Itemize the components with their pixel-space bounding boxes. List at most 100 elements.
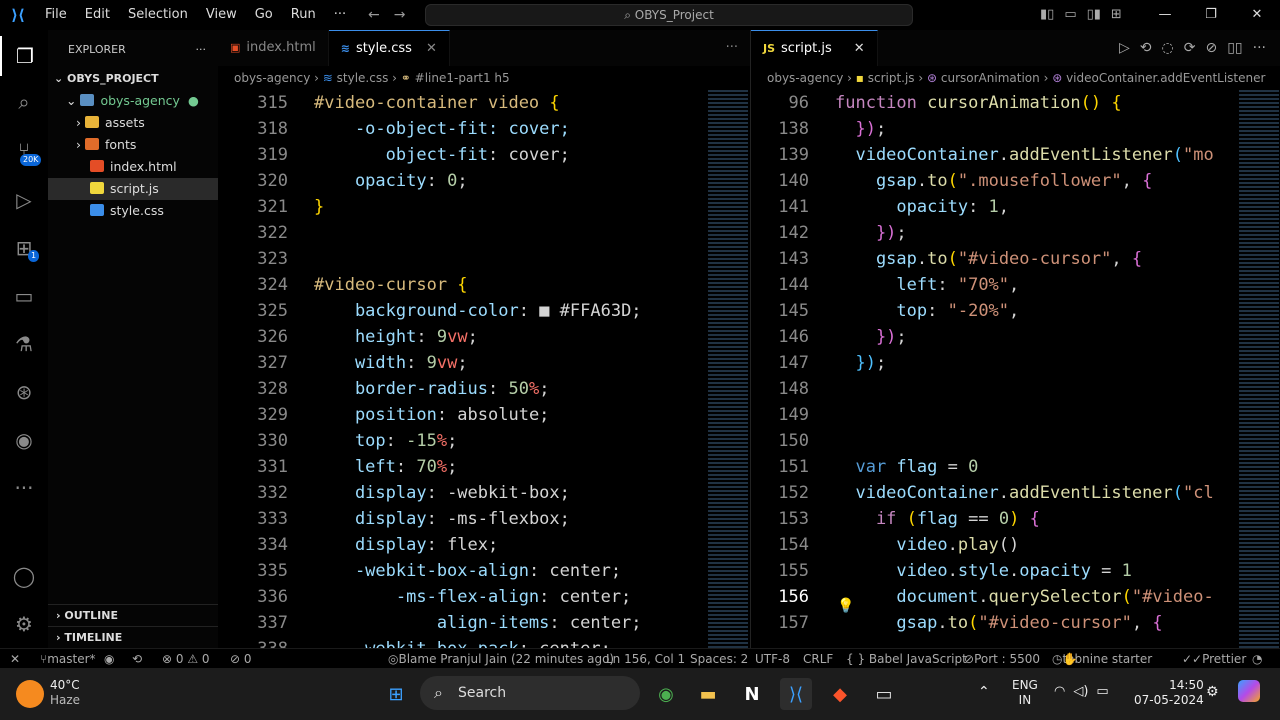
terminal-icon[interactable]: ▭ (868, 678, 900, 710)
close-tab-icon[interactable]: ✕ (854, 41, 865, 56)
more-icon[interactable]: ··· (0, 468, 48, 508)
code-line[interactable]: video.style.opacity = 1 (835, 558, 1132, 584)
vscode-taskbar-icon[interactable]: ⟩⟨ (780, 678, 812, 710)
menu-file[interactable]: File (36, 0, 76, 30)
code-line[interactable]: gsap.to("#video-cursor", { (835, 610, 1162, 636)
restore-icon[interactable]: ❐ (1188, 0, 1234, 30)
windows-start-icon[interactable]: ⊞ (380, 678, 412, 710)
toggle-panel-icon[interactable]: ▭ (1064, 0, 1076, 30)
tree-item-index-html[interactable]: index.html (48, 156, 218, 178)
code-line[interactable]: background-color: ■ #FFA63D; (314, 298, 642, 324)
source-control-icon[interactable]: ⑂ 20K (0, 130, 48, 170)
menu-more[interactable]: ··· (325, 0, 355, 30)
menu-edit[interactable]: Edit (76, 0, 119, 30)
code-line[interactable]: height: 9vw; (314, 324, 478, 350)
close-window-icon[interactable]: ✕ (1234, 0, 1280, 30)
code-line[interactable]: -webkit-box-align: center; (314, 558, 621, 584)
more-actions-icon[interactable]: ··· (196, 30, 207, 70)
problems-status[interactable]: ⊗ 0 ⚠ 0 (162, 649, 210, 669)
tree-item-style-css[interactable]: style.css (48, 200, 218, 222)
menu-run[interactable]: Run (282, 0, 325, 30)
chrome-icon[interactable]: ◉ (650, 678, 682, 710)
tree-item-assets[interactable]: › assets (48, 112, 218, 134)
go-back-icon[interactable]: ⟲ (1140, 30, 1152, 66)
notifications-bell-icon[interactable]: ◔ (1252, 649, 1262, 669)
code-line[interactable]: -o-object-fit: cover; (314, 116, 570, 142)
language-indicator[interactable]: ENG IN (1012, 678, 1038, 708)
remote-indicator-icon[interactable]: ✕ (10, 649, 20, 669)
open-changes-icon[interactable]: ◌ (1162, 30, 1174, 66)
code-line[interactable]: display: -ms-flexbox; (314, 506, 570, 532)
indentation[interactable]: Spaces: 2 (690, 649, 748, 669)
tab-style-css[interactable]: ≋ style.css ✕ (328, 30, 450, 66)
live-server-port[interactable]: ⊘ Port : 5500 (964, 649, 1040, 669)
weather-sun-icon[interactable] (16, 680, 44, 708)
code-line[interactable]: opacity: 1, (835, 194, 1009, 220)
tab-index-html[interactable]: ▣ index.html (218, 30, 329, 66)
project-root[interactable]: ⌄ OBYS_PROJECT (48, 68, 218, 90)
code-line[interactable]: top: -15%; (314, 428, 457, 454)
toggle-secondary-sidebar-icon[interactable]: ▯▮ (1087, 0, 1101, 30)
code-line[interactable]: -webkit-box-pack: center; (314, 636, 611, 648)
go-forward-icon[interactable]: ⟳ (1184, 30, 1196, 66)
breadcrumb-item[interactable]: script.js (868, 71, 915, 85)
code-line[interactable]: display: -webkit-box; (314, 480, 570, 506)
breadcrumb-item[interactable]: style.css (337, 71, 389, 85)
tabnine-status[interactable]: ◷ tabnine starter ✋ (1052, 649, 1152, 669)
remote-explorer-icon[interactable]: ▭ (0, 276, 48, 316)
back-arrow-icon[interactable]: ← (368, 7, 380, 23)
menu-go[interactable]: Go (246, 0, 282, 30)
menu-view[interactable]: View (197, 0, 246, 30)
settings-gear-icon[interactable]: ⚙ (0, 604, 48, 644)
code-line[interactable]: var flag = 0 (835, 454, 978, 480)
tabnine-icon[interactable]: ◉ (0, 420, 48, 460)
accounts-icon[interactable]: ◯ (0, 556, 48, 596)
search-icon[interactable]: ⌕ (0, 82, 48, 122)
code-editor-left[interactable]: 315 #video-container video {318 -o-object… (218, 90, 708, 648)
settings-gear-icon[interactable]: ⚙ (1206, 684, 1219, 700)
code-line[interactable]: }); (835, 220, 907, 246)
taskbar-search[interactable]: ⌕ Search (420, 676, 640, 710)
weather-widget[interactable]: 40°C Haze (50, 678, 80, 708)
editor-more-icon[interactable]: ··· (1253, 30, 1266, 66)
tree-item-fonts[interactable]: › fonts (48, 134, 218, 156)
extensions-icon[interactable]: ⊞ 1 (0, 228, 48, 268)
minimize-icon[interactable]: — (1142, 0, 1188, 30)
language-mode[interactable]: { } Babel JavaScript (846, 649, 967, 669)
sync-icon[interactable]: ⟲ (132, 649, 142, 669)
code-line[interactable]: video.play() (835, 532, 1019, 558)
code-line[interactable]: videoContainer.addEventListener("mo (835, 142, 1213, 168)
command-center[interactable]: ⌕ OBYS_Project (425, 4, 913, 26)
git-graph-icon[interactable]: ⊛ (0, 372, 48, 412)
copilot-icon[interactable] (1238, 680, 1260, 702)
line-ending[interactable]: CRLF (803, 649, 833, 669)
cursor-position[interactable]: Ln 156, Col 1 (606, 649, 685, 669)
git-blame[interactable]: ◎ Blame Pranjul Jain (22 minutes ago) (388, 649, 614, 669)
code-line[interactable]: function cursorAnimation() { (835, 90, 1122, 116)
tab-script-js[interactable]: JS script.js ✕ (751, 30, 878, 66)
menu-selection[interactable]: Selection (119, 0, 197, 30)
code-line[interactable]: if (flag == 0) { (835, 506, 1040, 532)
code-line[interactable]: left: "70%", (835, 272, 1019, 298)
ports-status[interactable]: ⊘ 0 (230, 649, 252, 669)
minimap-right[interactable] (1239, 90, 1279, 648)
code-line[interactable]: object-fit: cover; (314, 142, 570, 168)
run-debug-icon[interactable]: ▷ (0, 180, 48, 220)
code-line[interactable]: document.querySelector("#video- (835, 584, 1213, 610)
close-tab-icon[interactable]: ✕ (426, 41, 437, 56)
lightbulb-icon[interactable]: 💡 (837, 598, 854, 614)
branch-status[interactable]: ⑂ master* (40, 649, 96, 669)
code-line[interactable]: top: "-20%", (835, 298, 1019, 324)
code-line[interactable]: align-items: center; (314, 610, 642, 636)
breadcrumb-item[interactable]: obys-agency (234, 71, 310, 85)
code-line[interactable]: gsap.to(".mousefollower", { (835, 168, 1152, 194)
chevron-up-icon[interactable]: ⌃ (978, 684, 990, 700)
code-line[interactable]: #video-container video { (314, 90, 560, 116)
code-line[interactable]: }); (835, 116, 886, 142)
code-line[interactable]: gsap.to("#video-cursor", { (835, 246, 1142, 272)
minimap-left[interactable] (708, 90, 748, 648)
code-line[interactable]: display: flex; (314, 532, 498, 558)
eye-icon[interactable]: ◉ (104, 649, 114, 669)
forward-arrow-icon[interactable]: → (394, 7, 406, 23)
code-line[interactable]: #video-cursor { (314, 272, 468, 298)
